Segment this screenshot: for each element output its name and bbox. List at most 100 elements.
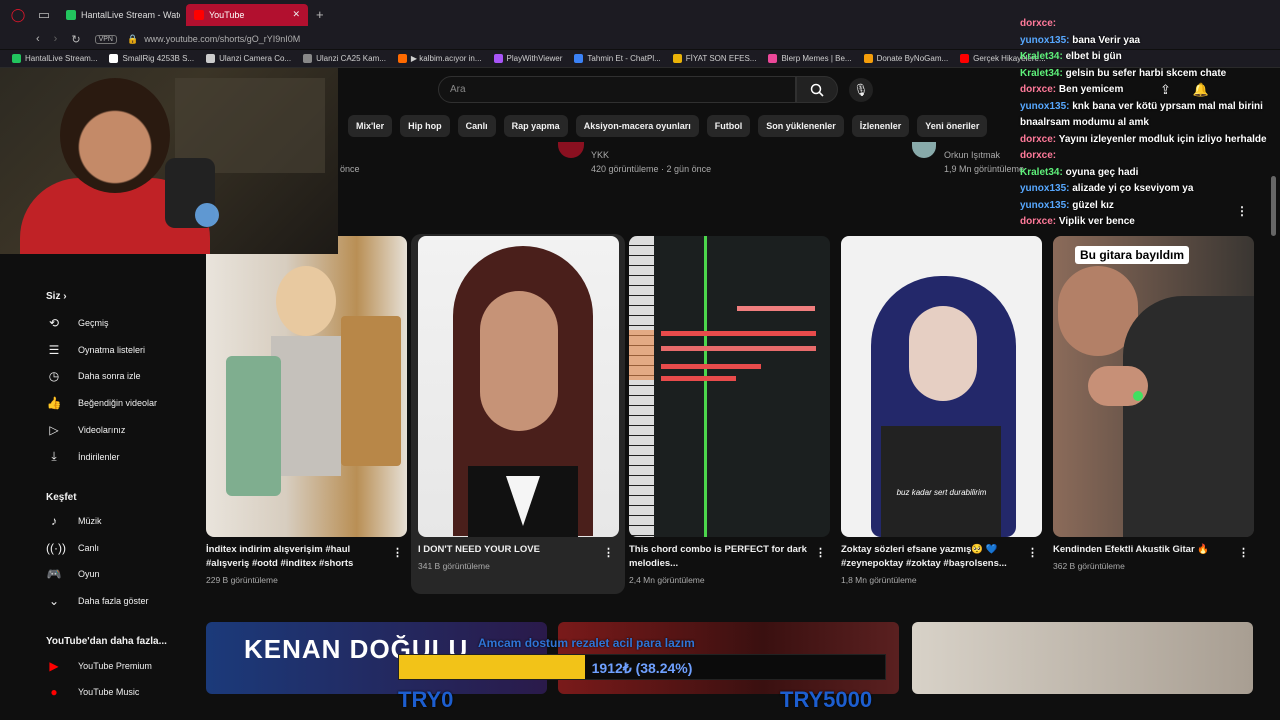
bookmark-item[interactable]: Tahmin Et - ChatPl...	[574, 54, 661, 63]
chat-username: dorxce:	[1020, 216, 1057, 227]
short-title[interactable]: This chord combo is PERFECT for dark mel…	[629, 543, 809, 571]
search-button[interactable]	[796, 76, 838, 103]
short-title[interactable]: Kendinden Efektli Akustik Gitar 🔥	[1053, 543, 1233, 557]
prev-video-meta: 420 görüntüleme · 2 gün önce	[591, 164, 712, 174]
filter-chip[interactable]: Mix'ler	[348, 115, 393, 137]
bookmark-label: Ulanzi Camera Co...	[219, 54, 292, 63]
bookmark-favicon-icon	[960, 54, 970, 63]
prev-channel-name[interactable]: Orkun Işıtmak	[944, 150, 1000, 160]
sidebar-item-watch-later[interactable]: ◷ Daha sonra izle	[46, 369, 141, 383]
sidebar-item-label: Oyun	[78, 569, 100, 579]
sidebar-item-label: Müzik	[78, 516, 102, 526]
donation-goal-bar: 1912₺ (38.24%)	[398, 654, 886, 680]
bookmark-item[interactable]: PlayWithViewer	[493, 54, 562, 63]
bookmark-label: FİYAT SON EFES...	[685, 54, 757, 63]
new-tab-button[interactable]: +	[316, 7, 324, 22]
prev-channel-avatar[interactable]	[912, 142, 936, 158]
sidebar-item-premium[interactable]: ▶ YouTube Premium	[46, 659, 152, 673]
chat-more-options-icon[interactable]: ⋮	[1236, 204, 1248, 218]
bookmark-item[interactable]: ▶ kalbim.acıyor in...	[397, 54, 482, 63]
sidebar-item-playlists[interactable]: ☰ Oynatma listeleri	[46, 343, 145, 357]
filter-chip[interactable]: İzlenenler	[851, 115, 910, 137]
filter-chip[interactable]: Hip hop	[400, 115, 450, 137]
prev-channel-avatar[interactable]	[558, 142, 584, 158]
sidebar-item-gaming[interactable]: 🎮 Oyun	[46, 567, 100, 581]
bookmark-item[interactable]: Donate ByNoGam...	[863, 54, 948, 63]
prev-channel-name[interactable]: YKK	[591, 150, 609, 160]
chat-username: yunox135:	[1020, 100, 1070, 112]
chat-message: yunox135: bana Verir yaa	[1020, 33, 1272, 50]
back-icon[interactable]: ‹	[36, 33, 40, 46]
page-scrollbar[interactable]	[1271, 176, 1276, 236]
short-title[interactable]: Zoktay sözleri efsane yazmış🥺 💙 #zeynepo…	[841, 543, 1021, 571]
filter-chip[interactable]: Futbol	[706, 115, 751, 137]
sidebar-item-label: Beğendiğin videolar	[78, 398, 158, 408]
filter-chip[interactable]: Yeni öneriler	[917, 115, 988, 137]
filter-chip[interactable]: Canlı	[457, 115, 496, 137]
tab-switcher-icon[interactable]: ▭	[36, 7, 52, 23]
search-input[interactable]: Ara	[438, 76, 796, 103]
bookmark-item[interactable]: HantalLive Stream...	[12, 54, 97, 63]
sidebar-item-music-app[interactable]: ● YouTube Music	[46, 685, 139, 699]
bookmark-item[interactable]: SmallRig 4253B S...	[109, 54, 194, 63]
short-title[interactable]: I DON'T NEED YOUR LOVE	[418, 543, 598, 557]
download-icon: ⤓	[51, 449, 57, 463]
sidebar-item-your-videos[interactable]: ▷ Videolarınız	[46, 423, 125, 437]
reload-icon[interactable]: ↻	[71, 33, 80, 46]
filter-chip[interactable]: Son yüklenenler	[758, 115, 844, 137]
sidebar-item-liked[interactable]: 👍 Beğendiğin videolar	[46, 396, 158, 410]
chat-message: dorxce: Yayını izleyenler modluk için iz…	[1020, 132, 1272, 149]
short-thumbnail[interactable]	[629, 236, 830, 537]
filter-chip[interactable]: Rap yapma	[503, 115, 568, 137]
chat-text: Yayını izleyenler modluk için izliyo her…	[1058, 133, 1267, 145]
sidebar-item-label: YouTube Music	[78, 687, 140, 697]
sidebar-item-music[interactable]: ♪ Müzik	[46, 514, 102, 528]
webcam-overlay	[0, 68, 338, 254]
chat-text: güzel kız	[1072, 199, 1114, 211]
voice-search-button[interactable]: 🎙	[849, 78, 873, 102]
short-title[interactable]: İnditex indirim alışverişim #haul #alışv…	[206, 543, 386, 571]
close-tab-icon[interactable]: ✕	[292, 9, 300, 20]
sidebar-item-label: Videolarınız	[78, 425, 126, 435]
bookmark-item[interactable]: Ulanzi CA25 Kam...	[303, 54, 386, 63]
short-thumbnail[interactable]: Bu gitara bayıldım	[1053, 236, 1254, 537]
tab-hantallive[interactable]: HantalLive Stream - Watch	[58, 4, 180, 26]
bookmark-favicon-icon	[768, 54, 778, 63]
youtube-favicon-icon	[194, 9, 204, 20]
short-thumbnail[interactable]	[418, 236, 619, 537]
thumbs-up-icon: 👍	[46, 396, 62, 410]
more-options-icon[interactable]: ⋮	[1027, 546, 1038, 559]
more-options-icon[interactable]: ⋮	[603, 546, 614, 559]
more-options-icon[interactable]: ⋮	[392, 546, 403, 559]
bookmark-item[interactable]: Blerp Memes | Be...	[768, 54, 852, 63]
chat-username: Kralet34:	[1020, 166, 1063, 178]
vpn-badge[interactable]: VPN	[94, 34, 117, 44]
sidebar-you-heading[interactable]: Siz ›	[46, 291, 67, 302]
sidebar-show-more[interactable]: ⌄ Daha fazla göster	[46, 594, 149, 608]
short-thumbnail[interactable]: buz kadar sert durabilirim	[841, 236, 1042, 537]
bookmark-label: HantalLive Stream...	[25, 54, 98, 63]
sidebar-item-label: Daha sonra izle	[78, 371, 141, 381]
short-thumbnail[interactable]	[206, 236, 407, 537]
bookmark-favicon-icon	[574, 54, 584, 63]
forward-icon[interactable]: ›	[54, 33, 58, 46]
video-thumbnail[interactable]	[912, 622, 1253, 694]
bookmark-item[interactable]: Ulanzi Camera Co...	[206, 54, 291, 63]
tab-youtube[interactable]: YouTube ✕	[186, 3, 308, 26]
url-field[interactable]: www.youtube.com/shorts/gO_rYI9nI0M	[144, 34, 300, 44]
sidebar-item-downloads[interactable]: ⤓ İndirilenler	[46, 449, 119, 464]
sidebar-item-live[interactable]: ((·)) Canlı	[46, 541, 99, 555]
sidebar-item-history[interactable]: ⟲ Geçmiş	[46, 316, 109, 330]
chat-message: dorxce:	[1020, 148, 1272, 165]
chat-text: alizade yi ço kseviyom ya	[1072, 183, 1194, 194]
video-icon: ▷	[49, 423, 59, 437]
opera-logo-icon[interactable]: ◯	[10, 7, 26, 23]
filter-chip[interactable]: Aksiyon-macera oyunları	[575, 115, 699, 137]
more-options-icon[interactable]: ⋮	[1238, 546, 1249, 559]
chevron-right-icon: ›	[63, 291, 67, 302]
gamepad-icon: 🎮	[46, 567, 62, 581]
donation-goal-amount: 1912₺ (38.24%)	[591, 660, 693, 676]
more-options-icon[interactable]: ⋮	[815, 546, 826, 559]
bookmark-item[interactable]: FİYAT SON EFES...	[672, 54, 757, 63]
short-views: 362 B görüntüleme	[1053, 561, 1125, 571]
